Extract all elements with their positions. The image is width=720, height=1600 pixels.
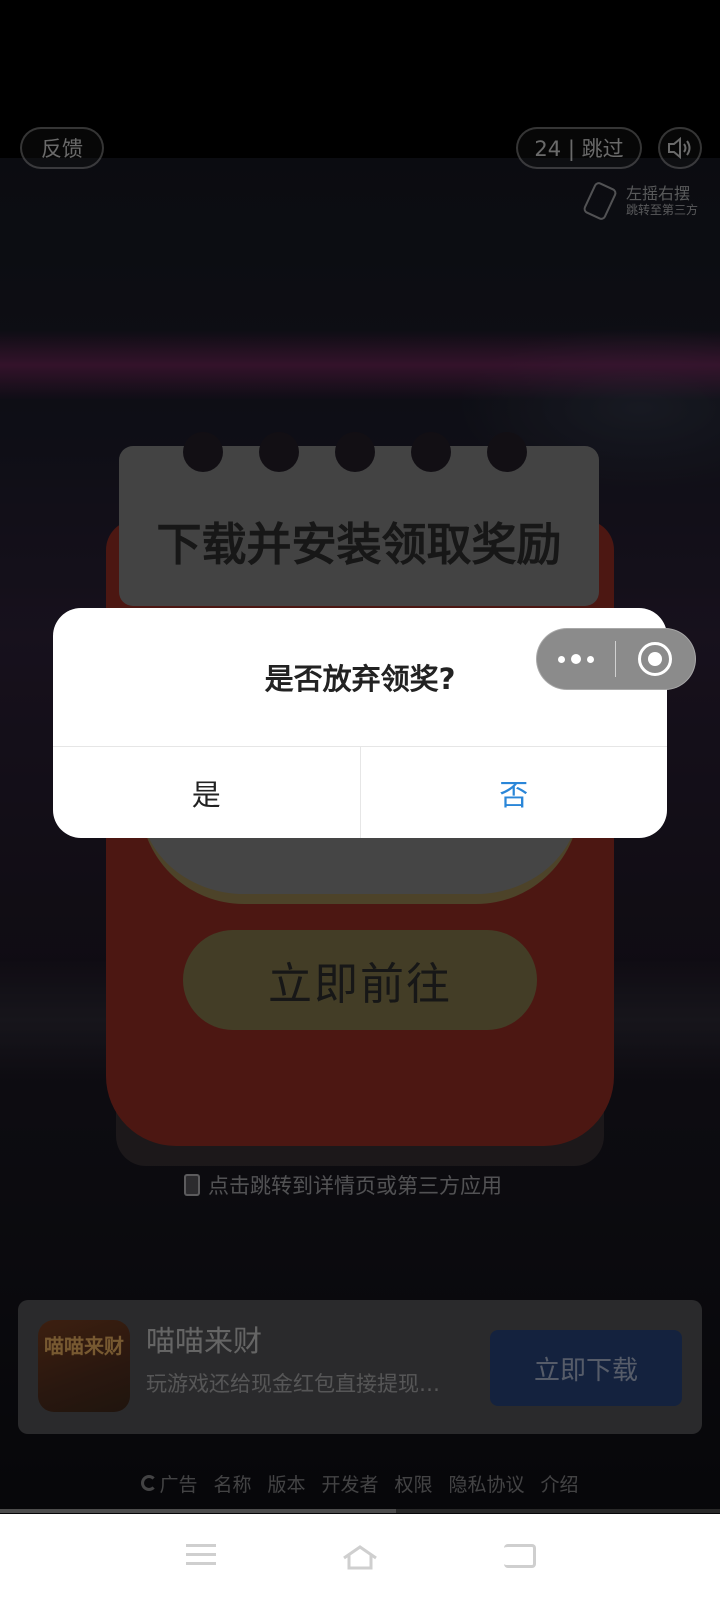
confirm-button[interactable]: 是 [53,747,361,838]
cancel-button[interactable]: 否 [361,747,668,838]
close-target-icon[interactable] [616,629,696,689]
more-dots-icon[interactable] [537,629,615,689]
menu-icon[interactable] [186,1544,216,1571]
dialog-actions: 是 否 [53,746,667,838]
screen: 反馈 24 | 跳过 左摇右摆 跳转至第三方 下载并安装领取奖励 立即前往 点击… [0,0,720,1600]
home-icon[interactable] [340,1544,380,1570]
back-icon[interactable] [504,1544,536,1568]
miniprogram-capsule [536,628,696,690]
system-navigation-bar [0,1514,720,1600]
